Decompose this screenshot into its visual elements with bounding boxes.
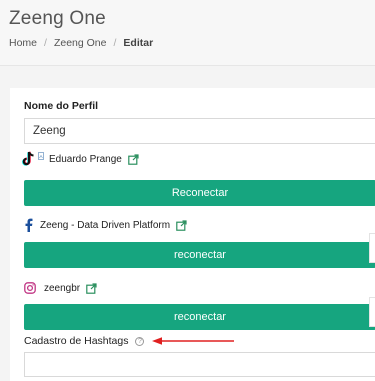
facebook-account-row: Zeeng - Data Driven Platform bbox=[24, 218, 187, 232]
breadcrumb-separator: / bbox=[44, 37, 47, 49]
external-link-icon[interactable] bbox=[86, 282, 97, 294]
annotation-arrow-icon bbox=[152, 337, 234, 345]
instagram-account-row: zeengbr bbox=[24, 282, 97, 294]
side-panel-edge bbox=[369, 233, 375, 263]
profile-name-input[interactable]: Zeeng bbox=[24, 118, 375, 144]
facebook-account-name[interactable]: Zeeng - Data Driven Platform bbox=[40, 220, 170, 231]
breadcrumb: Home / Zeeng One / Editar bbox=[9, 37, 153, 49]
hashtags-label: Cadastro de Hashtags bbox=[24, 335, 129, 347]
breadcrumb-home[interactable]: Home bbox=[9, 37, 37, 49]
tiktok-avatar-broken-icon bbox=[38, 151, 45, 161]
facebook-icon bbox=[24, 218, 33, 232]
breadcrumb-separator: / bbox=[113, 37, 117, 49]
hashtags-label-row: Cadastro de Hashtags ? bbox=[24, 335, 145, 347]
breadcrumb-parent[interactable]: Zeeng One bbox=[54, 37, 107, 49]
tiktok-account-name[interactable]: Eduardo Prange bbox=[49, 154, 122, 165]
tiktok-icon bbox=[22, 151, 35, 167]
external-link-icon[interactable] bbox=[128, 153, 139, 165]
profile-name-label: Nome do Perfil bbox=[24, 100, 99, 112]
tiktok-reconnect-button[interactable]: Reconectar bbox=[24, 180, 375, 206]
hashtags-input[interactable] bbox=[24, 352, 375, 377]
page-title: Zeeng One bbox=[9, 8, 106, 29]
instagram-icon bbox=[24, 282, 36, 294]
instagram-account-name[interactable]: zeengbr bbox=[44, 283, 80, 294]
external-link-icon[interactable] bbox=[176, 219, 187, 231]
breadcrumb-current: Editar bbox=[123, 37, 154, 49]
side-panel-edge bbox=[369, 297, 375, 327]
page-header: Zeeng One Home / Zeeng One / Editar bbox=[0, 0, 375, 66]
facebook-reconnect-button[interactable]: reconectar bbox=[24, 242, 375, 268]
help-icon[interactable]: ? bbox=[135, 336, 145, 346]
header-divider bbox=[0, 65, 375, 66]
tiktok-account-row: Eduardo Prange bbox=[22, 151, 139, 167]
instagram-reconnect-button[interactable]: reconectar bbox=[24, 304, 375, 330]
